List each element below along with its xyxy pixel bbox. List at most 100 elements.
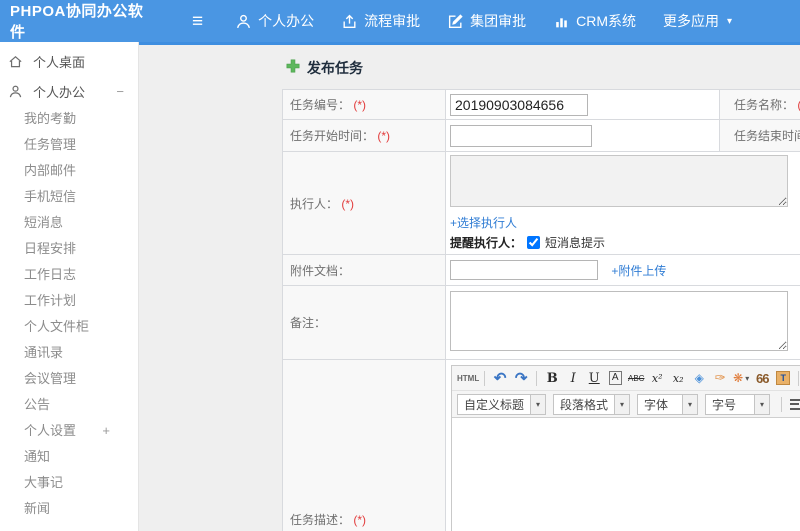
required-mark: (*) <box>377 129 391 143</box>
executor-label-cell: 执行人： (*) <box>282 151 446 255</box>
required-mark: (*) <box>341 196 355 211</box>
nav-label: 流程审批 <box>364 13 421 29</box>
italic-button[interactable]: I <box>563 368 583 388</box>
page-title-text: 发布任务 <box>307 60 363 76</box>
sidebar-item-short-message[interactable]: 短消息 <box>0 210 138 236</box>
field-label: 附件文档： <box>290 263 351 278</box>
strikethrough-button[interactable]: ABC <box>626 368 646 388</box>
align-left-icon[interactable] <box>790 398 800 410</box>
sidebar-item-label: 个人桌面 <box>33 54 86 70</box>
start-time-input[interactable] <box>450 124 592 147</box>
nav-process-approval[interactable]: 流程审批 <box>341 11 420 31</box>
custom-title-dropdown[interactable]: 自定义标题 ▾ <box>457 393 547 415</box>
remark-textarea[interactable] <box>450 291 788 351</box>
sidebar-item-big-events[interactable]: 大事记 <box>0 470 138 496</box>
sidebar-item-file-cabinet[interactable]: 个人文件柜 <box>0 314 138 340</box>
sidebar-item-personal-office[interactable]: 个人办公 − <box>0 76 138 106</box>
publish-task-form: 任务编号： (*) 任务名称： (*) 任务开始时间： (*) <box>282 89 800 531</box>
sidebar-item-label: 短消息 <box>24 215 64 230</box>
task-name-label-cell: 任务名称： (*) <box>719 89 800 120</box>
task-number-input[interactable] <box>450 93 588 116</box>
sidebar-item-mobile-sms[interactable]: 手机短信 <box>0 184 138 210</box>
expand-icon[interactable]: + <box>102 418 110 444</box>
toolbar-separator <box>798 370 800 386</box>
end-time-label-cell: 任务结束时间： (*) <box>719 119 800 152</box>
remark-label-cell: 备注： <box>282 285 446 360</box>
editor-content-area[interactable] <box>452 418 800 531</box>
nav-group-approval[interactable]: 集团审批 <box>447 11 526 31</box>
sidebar-item-meeting-management[interactable]: 会议管理 <box>0 366 138 392</box>
undo-icon[interactable]: ↶ <box>490 368 510 388</box>
nav-personal-office[interactable]: 个人办公 <box>235 11 314 31</box>
font-size-dropdown[interactable]: 字号 ▾ <box>705 393 771 415</box>
paragraph-format-dropdown[interactable]: 段落格式 ▾ <box>553 393 631 415</box>
attachment-label-cell: 附件文档： <box>282 254 446 286</box>
superscript-button[interactable]: x² <box>647 368 667 388</box>
font-family-dropdown[interactable]: 字体 ▾ <box>637 393 699 415</box>
sidebar-item-label: 日程安排 <box>24 241 77 256</box>
attachment-value-cell: +附件上传 <box>445 254 800 286</box>
eraser-icon[interactable]: ◈ <box>689 368 709 388</box>
paste-as-text-icon[interactable]: T <box>776 371 791 385</box>
dropdown-label: 段落格式 <box>560 397 609 412</box>
description-value-cell: HTML ↶ ↷ B I U A ABC x² x₂ ◈ ✑ ❋ ▾ 66 T … <box>445 359 800 531</box>
rich-text-editor: HTML ↶ ↷ B I U A ABC x² x₂ ◈ ✑ ❋ ▾ 66 T … <box>451 365 800 531</box>
dropdown-label: 自定义标题 <box>464 397 525 412</box>
sidebar-item-contacts[interactable]: 通讯录 <box>0 340 138 366</box>
sidebar-item-personal-settings[interactable]: 个人设置 + <box>0 418 138 444</box>
user-icon <box>8 83 24 99</box>
redo-icon[interactable]: ↷ <box>511 368 531 388</box>
sidebar-item-work-plan[interactable]: 工作计划 <box>0 288 138 314</box>
remark-value-cell <box>445 285 800 360</box>
highlight-wand-icon[interactable]: ❋ ▾ <box>731 368 751 388</box>
field-label: 任务结束时间： <box>734 129 800 143</box>
description-label-cell: 任务描述： (*) <box>282 359 446 531</box>
sidebar-item-notice[interactable]: 通知 <box>0 444 138 470</box>
edit-square-icon <box>447 13 464 30</box>
wand-glyph: ❋ <box>733 371 744 385</box>
subscript-button[interactable]: x₂ <box>668 368 688 388</box>
editor-toolbar-row-1: HTML ↶ ↷ B I U A ABC x² x₂ ◈ ✑ ❋ ▾ 66 T <box>452 366 800 391</box>
sidebar-item-label: 内部邮件 <box>24 163 77 178</box>
font-style-button[interactable]: A <box>608 371 622 385</box>
select-executor-link[interactable]: +选择执行人 <box>450 216 517 230</box>
nav-more-apps[interactable]: 更多应用 ▾ <box>663 11 732 31</box>
sidebar-item-label: 工作计划 <box>24 293 77 308</box>
remind-executor-label: 提醒执行人： <box>450 236 523 250</box>
html-source-button[interactable]: HTML <box>457 368 479 388</box>
task-number-value-cell <box>445 89 720 120</box>
sidebar-item-my-attendance[interactable]: 我的考勤 <box>0 106 138 132</box>
hamburger-menu-icon[interactable]: ≡ <box>192 12 203 31</box>
underline-button[interactable]: U <box>584 368 604 388</box>
sidebar-item-internal-mail[interactable]: 内部邮件 <box>0 158 138 184</box>
toolbar-separator <box>536 370 538 386</box>
table-row: 备注： <box>282 285 800 360</box>
executor-textarea[interactable] <box>450 155 788 207</box>
home-icon <box>8 53 24 69</box>
sidebar-item-label: 会议管理 <box>24 371 77 386</box>
add-plus-icon <box>286 59 300 78</box>
sidebar-item-announcement[interactable]: 公告 <box>0 392 138 418</box>
sms-remind-checkbox[interactable] <box>527 236 541 249</box>
sidebar-item-personal-desktop[interactable]: 个人桌面 <box>0 46 138 76</box>
app-logo[interactable]: PHPOA协同办公软件 <box>0 0 150 42</box>
sidebar-item-task-management[interactable]: 任务管理 <box>0 132 138 158</box>
sidebar-item-work-log[interactable]: 工作日志 <box>0 262 138 288</box>
sidebar-item-news[interactable]: 新闻 <box>0 496 138 522</box>
attachment-upload-link[interactable]: +附件上传 <box>611 264 666 278</box>
dropdown-label: 字号 <box>712 397 737 412</box>
bold-button[interactable]: B <box>542 368 562 388</box>
sidebar-item-schedule[interactable]: 日程安排 <box>0 236 138 262</box>
nav-crm-system[interactable]: CRM系统 <box>553 11 636 31</box>
field-label: 执行人： <box>290 196 339 211</box>
nav-label: 更多应用 <box>662 13 719 29</box>
attachment-input[interactable] <box>450 260 598 280</box>
table-row: 任务开始时间： (*) 任务结束时间： (*) <box>282 119 800 152</box>
collapse-icon[interactable]: − <box>116 84 124 99</box>
required-mark: (*) <box>353 513 367 527</box>
blockquote-button[interactable]: 66 <box>752 368 772 388</box>
sidebar-item-label: 任务管理 <box>24 137 77 152</box>
format-brush-icon[interactable]: ✑ <box>710 368 730 388</box>
sidebar-item-label: 新闻 <box>24 501 51 516</box>
task-number-label-cell: 任务编号： (*) <box>282 89 446 120</box>
